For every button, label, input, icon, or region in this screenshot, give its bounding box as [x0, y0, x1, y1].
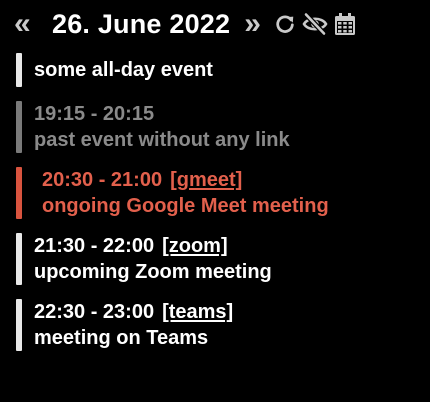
event-meeting-link[interactable]: [gmeet]: [170, 169, 242, 191]
event-list: some all-day event 19:15 - 20:15 past ev…: [16, 53, 416, 365]
event-time: 22:30 - 23:00: [34, 301, 155, 323]
event-title: ongoing Google Meet meeting: [42, 195, 329, 217]
next-day-button[interactable]: »: [244, 9, 270, 39]
refresh-icon: [276, 15, 294, 33]
event-time-row: 22:30 - 23:00 [teams]: [34, 299, 416, 325]
event-title: past event without any link: [34, 129, 290, 151]
event-color-bar: [16, 233, 22, 285]
eye-off-icon: [302, 12, 328, 36]
event-color-bar: [16, 167, 22, 219]
event-color-bar: [16, 53, 22, 87]
event-time-row: 20:30 - 21:00 [gmeet]: [42, 167, 416, 193]
calendar-icon: [335, 13, 356, 35]
event-time: 21:30 - 22:00: [34, 235, 155, 257]
calendar-header: « 26. June 2022 »: [14, 6, 422, 42]
event-meeting-link[interactable]: [zoom]: [162, 235, 228, 257]
event-time: 19:15 - 20:15: [34, 103, 155, 125]
event-title: meeting on Teams: [34, 327, 209, 349]
event-item[interactable]: some all-day event: [16, 53, 416, 87]
event-time: 20:30 - 21:00: [42, 169, 163, 191]
event-title: some all-day event: [34, 59, 213, 81]
event-item[interactable]: 21:30 - 22:00 [zoom] upcoming Zoom meetin…: [16, 233, 416, 285]
previous-day-button[interactable]: «: [14, 9, 50, 39]
event-time-row: 19:15 - 20:15: [34, 101, 416, 127]
refresh-button[interactable]: [270, 9, 300, 39]
event-color-bar: [16, 299, 22, 351]
date-title: 26. June 2022: [52, 9, 231, 39]
event-item[interactable]: 20:30 - 21:00 [gmeet] ongoing Google Meet…: [16, 167, 416, 219]
event-meeting-link[interactable]: [teams]: [162, 301, 233, 323]
event-color-bar: [16, 101, 22, 153]
event-title: upcoming Zoom meeting: [34, 261, 272, 283]
event-item[interactable]: 19:15 - 20:15 past event without any lin…: [16, 101, 416, 153]
event-item[interactable]: 22:30 - 23:00 [teams] meeting on Teams: [16, 299, 416, 351]
event-time-row: 21:30 - 22:00 [zoom]: [34, 233, 416, 259]
open-calendar-button[interactable]: [330, 9, 360, 39]
hide-past-events-button[interactable]: [300, 9, 330, 39]
